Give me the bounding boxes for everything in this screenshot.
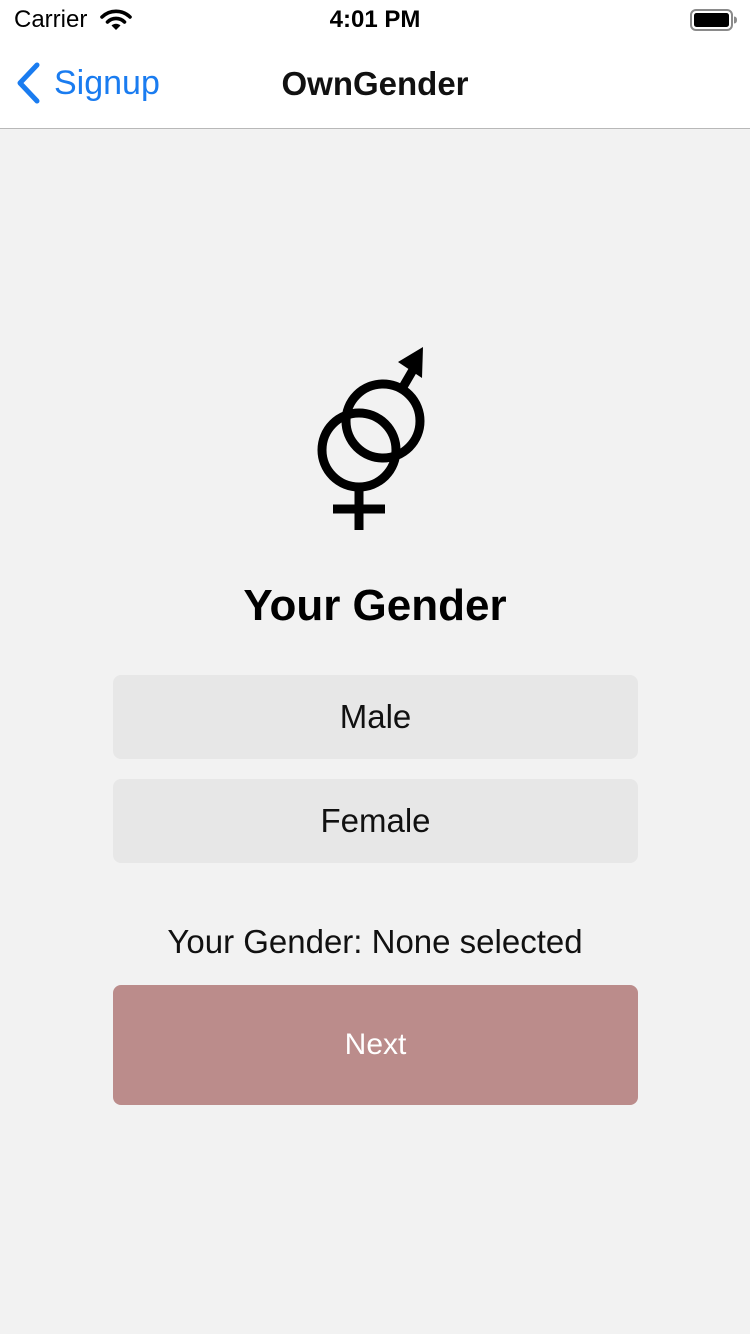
next-button[interactable]: Next	[113, 985, 638, 1105]
navigation-bar: Signup OwnGender	[0, 40, 750, 129]
clock: 4:01 PM	[329, 6, 421, 33]
nav-title: OwnGender	[281, 65, 469, 102]
female-option-button[interactable]: Female	[113, 779, 638, 863]
gender-symbol-icon	[317, 347, 425, 530]
male-option-button[interactable]: Male	[113, 675, 638, 759]
page-heading: Your Gender	[243, 581, 507, 630]
selected-gender-text: Your Gender: None selected	[167, 923, 583, 960]
battery-icon	[690, 9, 737, 31]
status-bar: Carrier 4:01 PM	[0, 0, 750, 40]
